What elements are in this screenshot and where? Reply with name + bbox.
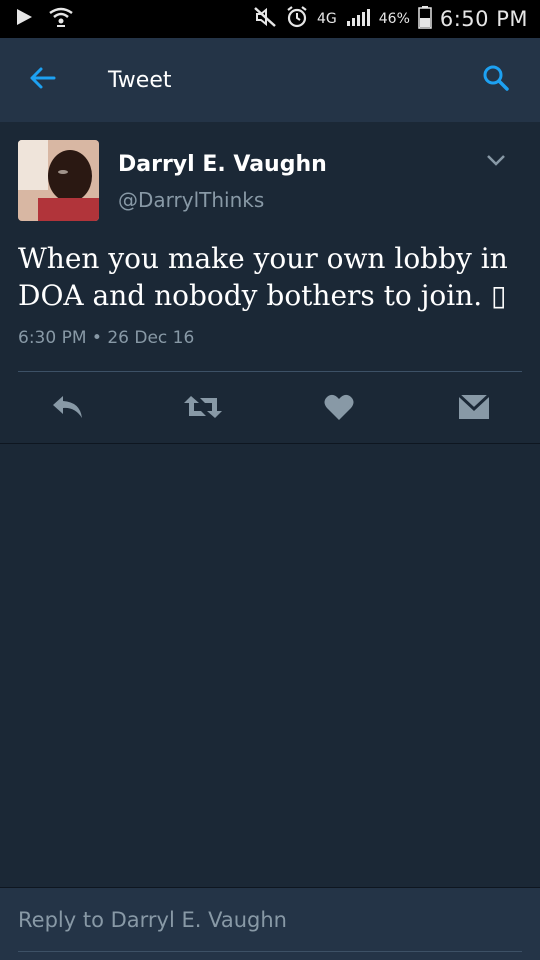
chevron-down-icon — [486, 152, 506, 171]
tweet-timestamp: 6:30 PM • 26 Dec 16 — [18, 328, 195, 348]
signal-icon — [345, 7, 371, 31]
app-bar: Tweet — [0, 38, 540, 122]
direct-message-icon — [457, 393, 491, 424]
like-button[interactable] — [317, 392, 361, 426]
battery-icon — [418, 5, 432, 33]
wifi-hotspot-icon — [48, 7, 74, 31]
tweet-actions — [0, 384, 540, 434]
reply-bar: Reply to Darryl E. Vaughn — [0, 887, 540, 960]
search-icon — [482, 64, 510, 96]
like-icon — [324, 393, 354, 425]
reply-button[interactable] — [46, 392, 90, 426]
network-type: 4G — [316, 11, 337, 27]
more-options-button[interactable] — [486, 152, 506, 166]
reply-input[interactable]: Reply to Darryl E. Vaughn — [18, 908, 522, 952]
back-button[interactable] — [12, 38, 72, 122]
tweet-detail: Darryl E. Vaughn @DarrylThinks When you … — [0, 122, 540, 444]
search-button[interactable] — [476, 60, 516, 100]
clock: 6:50 PM — [439, 7, 528, 31]
retweet-icon — [182, 394, 224, 424]
page-title: Tweet — [108, 67, 172, 93]
alarm-icon — [285, 5, 309, 33]
reply-icon — [51, 394, 85, 424]
retweet-button[interactable] — [181, 392, 225, 426]
avatar[interactable] — [18, 140, 99, 221]
play-store-icon — [14, 7, 34, 31]
status-bar: 4G 46% 6:50 PM — [0, 0, 540, 38]
mute-icon — [253, 6, 277, 32]
tweet-text: When you make your own lobby in DOA and … — [18, 242, 508, 312]
direct-message-button[interactable] — [452, 392, 496, 426]
back-arrow-icon — [28, 66, 56, 94]
battery-percent: 46% — [378, 11, 410, 27]
author-handle[interactable]: @DarrylThinks — [118, 188, 264, 212]
author-name[interactable]: Darryl E. Vaughn — [118, 152, 327, 177]
divider — [18, 371, 522, 372]
